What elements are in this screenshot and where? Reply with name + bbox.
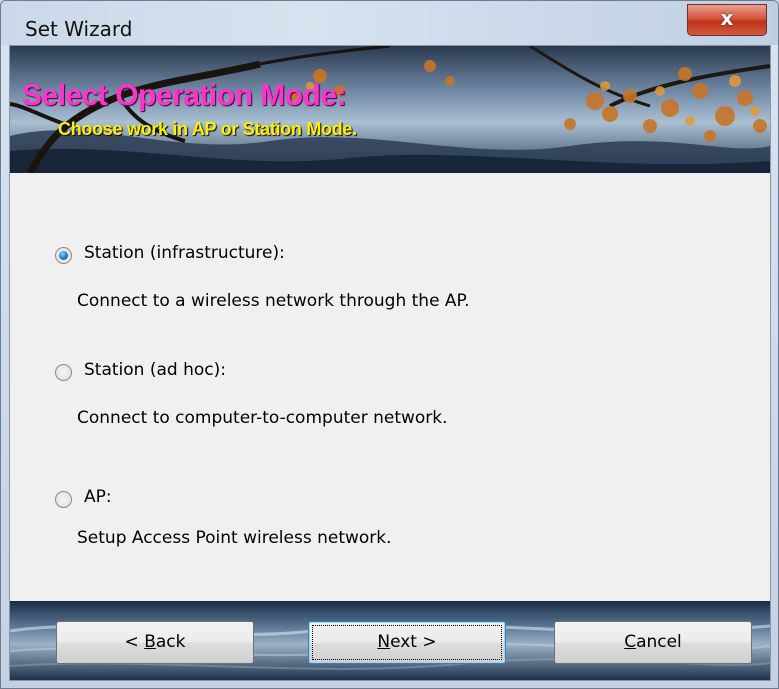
wizard-client-area: Select Operation Mode: Choose work in AP… — [9, 45, 771, 681]
radio-ap[interactable] — [55, 491, 72, 508]
option-desc-ap: Setup Access Point wireless network. — [77, 528, 392, 548]
option-desc-station-adhoc: Connect to computer-to-computer network. — [77, 408, 448, 428]
back-button-prefix: < — [124, 632, 145, 652]
option-label-ap[interactable]: AP: — [84, 487, 112, 507]
back-button-label: ack — [155, 632, 186, 652]
cancel-button-mnemonic: C — [624, 632, 637, 652]
focus-rectangle — [312, 625, 502, 660]
option-desc-station-infrastructure: Connect to a wireless network through th… — [77, 291, 470, 311]
next-button[interactable]: Next > — [308, 621, 506, 664]
header-banner: Select Operation Mode: Choose work in AP… — [10, 46, 770, 173]
cancel-button-label: ancel — [636, 632, 682, 652]
back-button[interactable]: < Back — [56, 621, 254, 664]
close-button[interactable]: x — [687, 4, 767, 36]
wizard-window: Set Wizard x Select Operation Mode: Choo… — [0, 0, 779, 689]
back-button-mnemonic: B — [144, 632, 156, 652]
window-title: Set Wizard — [25, 17, 133, 41]
close-icon: x — [720, 6, 734, 30]
operation-mode-options: Station (infrastructure): Connect to a w… — [10, 173, 770, 601]
banner-title: Select Operation Mode: — [22, 79, 347, 112]
option-label-station-infrastructure[interactable]: Station (infrastructure): — [84, 243, 285, 263]
title-bar[interactable]: Set Wizard x — [1, 1, 778, 45]
banner-subtitle: Choose work in AP or Station Mode. — [58, 119, 357, 139]
radio-station-adhoc[interactable] — [55, 364, 72, 381]
radio-station-infrastructure[interactable] — [55, 247, 72, 264]
option-label-station-adhoc[interactable]: Station (ad hoc): — [84, 360, 226, 380]
cancel-button[interactable]: Cancel — [554, 621, 752, 664]
button-bar: < Back Next > Cancel — [10, 601, 770, 680]
